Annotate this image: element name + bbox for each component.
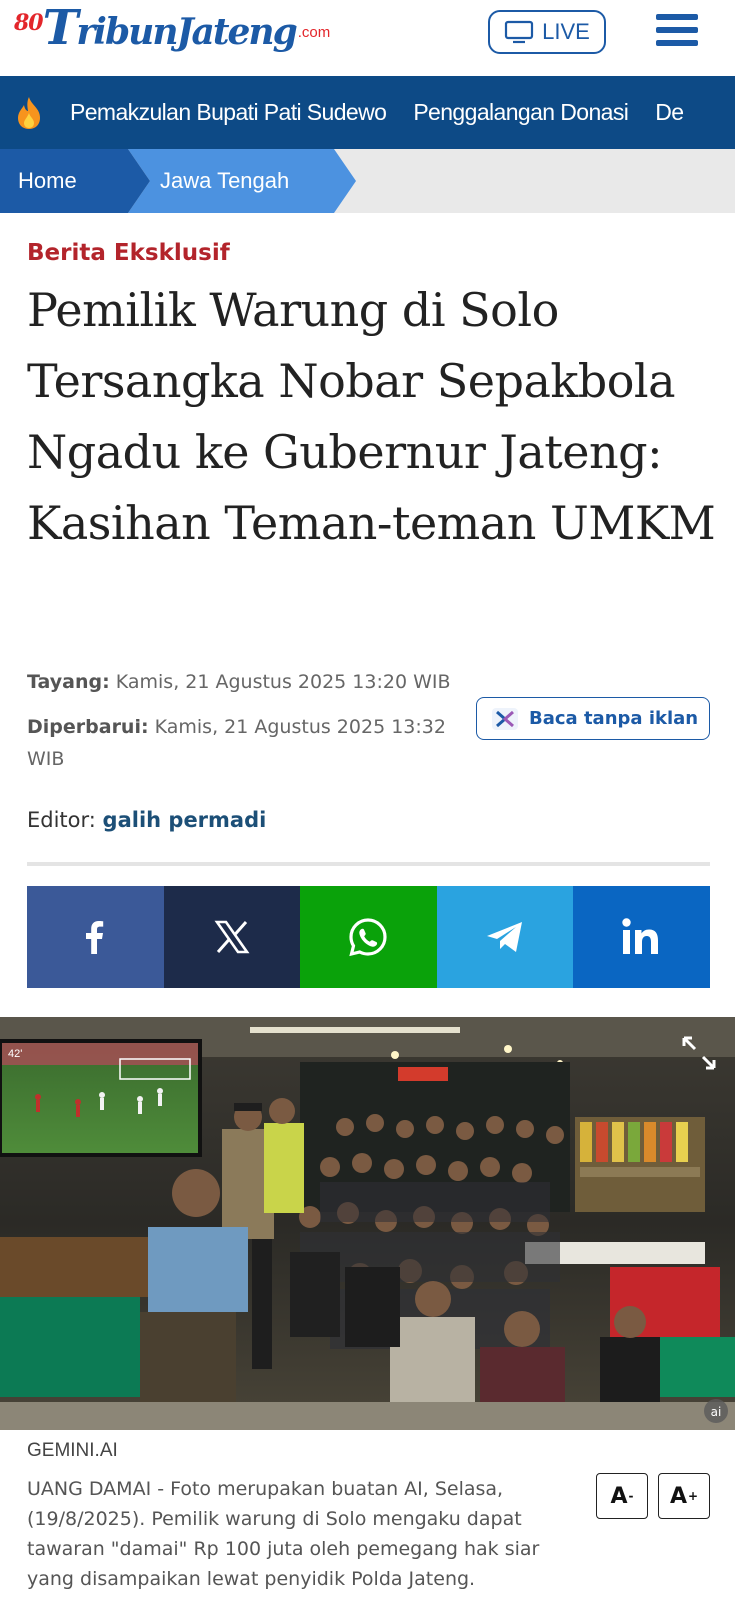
share-facebook-button[interactable] [27, 886, 164, 988]
trending-item[interactable]: Pemakzulan Bupati Pati Sudewo [70, 99, 387, 126]
photo-credit: GEMINI.AI [27, 1440, 118, 1461]
share-linkedin-button[interactable] [573, 886, 710, 988]
facebook-icon [86, 921, 104, 954]
logo-suffix: .com [297, 24, 331, 41]
ai-watermark: ai [711, 1405, 722, 1419]
published-label: Tayang: [27, 671, 110, 693]
breadcrumb-section[interactable]: Jawa Tengah [128, 149, 356, 213]
logo-badge: 80 [14, 10, 44, 36]
trending-bar: Pemakzulan Bupati Pati Sudewo Penggalang… [0, 76, 735, 149]
breadcrumb-home[interactable]: Home [0, 149, 150, 213]
live-button[interactable]: LIVE [488, 10, 606, 54]
hamburger-menu-icon[interactable] [656, 14, 698, 50]
breadcrumb: Jawa Tengah Home [0, 149, 735, 213]
article-photo[interactable]: 42' ai [0, 1017, 735, 1430]
published-date: Tayang: Kamis, 21 Agustus 2025 13:20 WIB [27, 671, 451, 693]
adfree-label: Baca tanpa iklan [529, 708, 699, 729]
share-x-button[interactable] [163, 886, 301, 988]
tv-icon [505, 20, 534, 44]
expand-icon[interactable] [676, 1030, 722, 1076]
share-whatsapp-button[interactable] [300, 886, 437, 988]
editor-label: Editor: [27, 808, 96, 832]
live-label: LIVE [542, 19, 590, 44]
whatsapp-icon [349, 918, 388, 957]
updated-label: Diperbarui: [27, 716, 149, 738]
editor-name[interactable]: galih permadi [103, 808, 267, 832]
published-value: Kamis, 21 Agustus 2025 13:20 WIB [115, 671, 451, 693]
trending-item[interactable]: De [655, 99, 684, 126]
x-icon [214, 920, 250, 954]
photo-caption: UANG DAMAI - Foto merupakan buatan AI, S… [27, 1478, 540, 1590]
fire-icon [18, 96, 40, 129]
font-decrease-button[interactable]: A- [596, 1473, 648, 1519]
font-increase-button[interactable]: A + [658, 1473, 710, 1519]
article-kicker[interactable]: Berita Eksklusif [27, 240, 230, 266]
photo-illustration: 42' ai [0, 1017, 735, 1430]
share-telegram-button[interactable] [436, 886, 574, 988]
share-bar [27, 886, 710, 988]
editor-line: Editor: galih permadi [27, 808, 266, 832]
site-logo[interactable]: 80 TribunJateng .com [14, 2, 330, 62]
updated-date: Diperbarui: Kamis, 21 Agustus 2025 13:32… [27, 711, 457, 775]
x-ad-icon [492, 707, 518, 730]
read-without-ads-button[interactable]: Baca tanpa iklan [476, 697, 710, 740]
trending-item[interactable]: Penggalangan Donasi [413, 99, 629, 126]
divider [27, 862, 710, 866]
tv-overlay: 42' [8, 1048, 22, 1060]
telegram-icon [487, 922, 523, 952]
site-header: 80 TribunJateng .com LIVE [0, 0, 735, 76]
logo-brand: TribunJateng [42, 0, 298, 56]
article-headline: Pemilik Warung di Solo Tersangka Nobar S… [27, 283, 716, 550]
linkedin-icon [621, 918, 658, 954]
